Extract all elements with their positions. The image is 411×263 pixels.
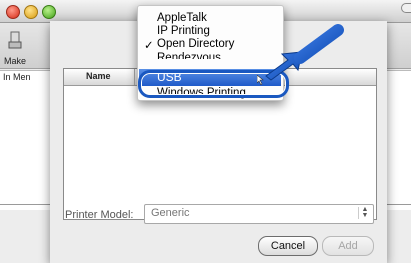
in-menu-column-label: In Men bbox=[3, 72, 31, 82]
printer-model-value: Generic bbox=[151, 207, 190, 219]
close-window-button[interactable] bbox=[6, 5, 20, 19]
menu-item-label: IP Printing bbox=[157, 25, 210, 37]
menu-item-label: Rendezvous bbox=[157, 52, 221, 59]
zoom-window-button[interactable] bbox=[42, 5, 56, 19]
up-down-arrows-icon: ▲ ▼ bbox=[358, 206, 371, 219]
cancel-button[interactable]: Cancel bbox=[258, 236, 318, 256]
menu-item-label: AppleTalk bbox=[157, 12, 207, 24]
printer-model-label: Printer Model: bbox=[65, 209, 134, 221]
menu-item-label: Open Directory bbox=[157, 38, 235, 50]
toolbar-toggle-button[interactable] bbox=[401, 3, 411, 13]
printer-model-select[interactable]: Generic ▲ ▼ bbox=[144, 204, 374, 224]
checkmark-icon: ✓ bbox=[144, 40, 154, 52]
add-button[interactable]: Add bbox=[322, 236, 374, 256]
make-default-label[interactable]: Make bbox=[4, 56, 26, 66]
column-header-name[interactable]: Name bbox=[86, 71, 111, 81]
make-default-icon[interactable] bbox=[8, 30, 22, 50]
minimize-window-button[interactable] bbox=[24, 5, 38, 19]
pointing-arrow-icon bbox=[265, 24, 344, 81]
column-divider bbox=[134, 69, 135, 85]
